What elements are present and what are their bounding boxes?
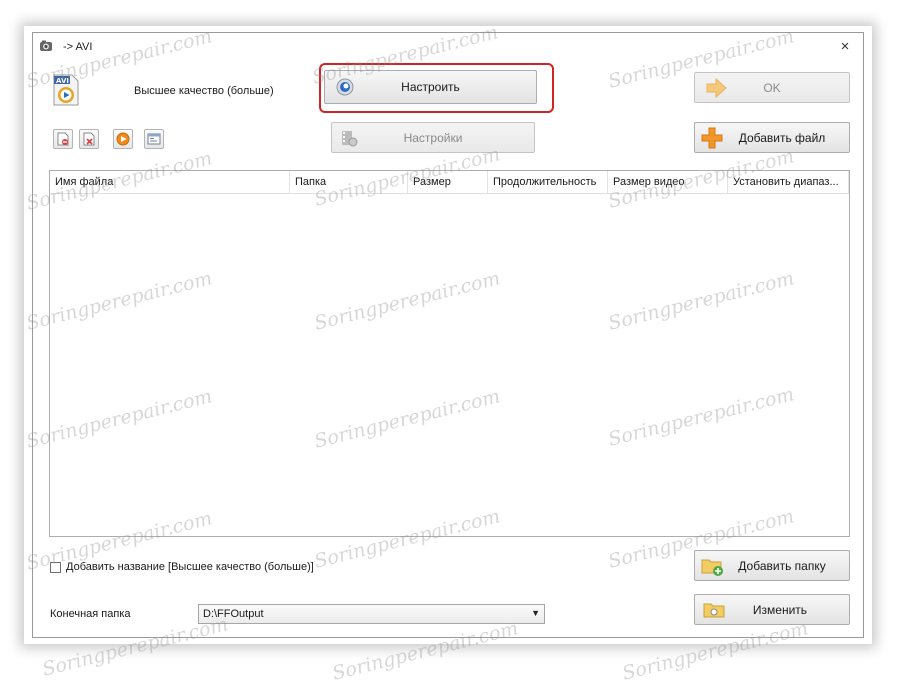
converter-window: -> AVI × AVI Высшее качество (больше) На… [32, 32, 864, 638]
ok-button-label: OK [763, 80, 781, 95]
configure-button-label: Настроить [401, 80, 460, 94]
close-button[interactable]: × [835, 38, 855, 56]
table-header: Имя файла Папка Размер Продолжительность… [50, 171, 849, 194]
add-name-checkbox[interactable] [50, 562, 61, 573]
quality-label: Высшее качество (больше) [134, 85, 274, 97]
column-header-folder[interactable]: Папка [290, 171, 408, 193]
app-icon [40, 40, 52, 51]
delete-icon [83, 132, 95, 146]
add-file-button[interactable]: Добавить файл [694, 122, 850, 153]
file-list-table[interactable]: Имя файла Папка Размер Продолжительность… [49, 170, 850, 537]
destination-label: Конечная папка [50, 608, 131, 620]
settings-button[interactable]: Настройки [331, 122, 535, 153]
play-button[interactable] [113, 129, 133, 149]
play-icon [116, 132, 130, 146]
add-folder-button-label: Добавить папку [738, 558, 826, 573]
column-header-size[interactable]: Размер [408, 171, 488, 193]
destination-folder-select[interactable]: D:\FFOutput ▼ [198, 604, 545, 624]
title-bar: -> AVI × [33, 33, 863, 61]
ok-button[interactable]: OK [694, 72, 850, 103]
change-folder-button-label: Изменить [752, 602, 808, 617]
configure-button[interactable]: Настроить [324, 70, 537, 104]
add-folder-button[interactable]: Добавить папку [694, 550, 850, 581]
avi-format-icon: AVI [53, 74, 79, 106]
column-header-set-range[interactable]: Установить диапаз... [728, 171, 849, 193]
remove-item-button[interactable] [53, 129, 73, 149]
column-header-video-size[interactable]: Размер видео [608, 171, 728, 193]
media-info-button[interactable] [144, 129, 164, 149]
info-window-icon [147, 133, 161, 145]
clear-list-button[interactable] [79, 129, 99, 149]
dropdown-arrow-icon: ▼ [531, 608, 540, 618]
column-header-duration[interactable]: Продолжительность [488, 171, 608, 193]
destination-folder-value: D:\FFOutput [203, 608, 264, 620]
window-title: -> AVI [63, 41, 93, 53]
add-file-button-label: Добавить файл [738, 130, 826, 145]
remove-file-icon [57, 132, 69, 146]
svg-text:AVI: AVI [56, 77, 69, 85]
add-name-label: Добавить название [Высшее качество (боль… [66, 561, 314, 573]
change-folder-button[interactable]: Изменить [694, 594, 850, 625]
column-header-file-name[interactable]: Имя файла [50, 171, 290, 193]
settings-button-label: Настройки [403, 130, 463, 145]
